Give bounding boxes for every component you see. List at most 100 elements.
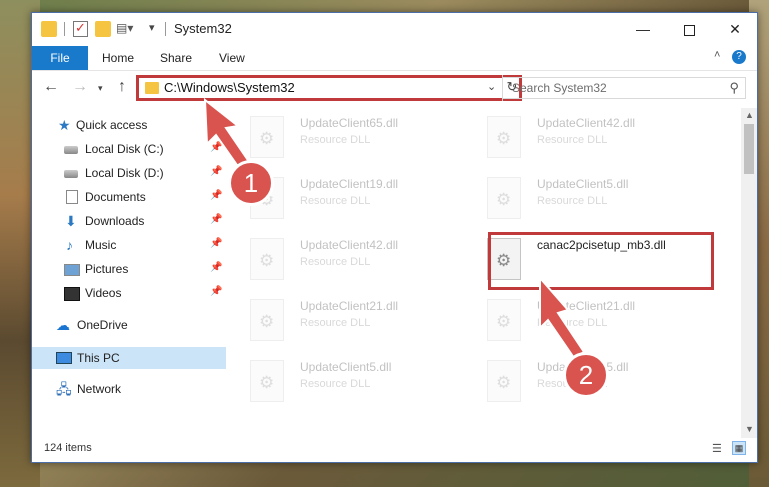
file-name: UpdateClient65.dll bbox=[300, 116, 399, 130]
callout-step-2: 2 bbox=[563, 352, 609, 398]
sidebar-item-documents[interactable]: Documents 📌 bbox=[32, 186, 226, 208]
sidebar-item-videos[interactable]: Videos 📌 bbox=[32, 282, 226, 304]
file-tile[interactable]: UpdateClient5.dll Resource DLL bbox=[469, 171, 689, 227]
file-name: UpdateClient21.dll bbox=[300, 299, 399, 313]
sidebar-item-label: Local Disk (C:) bbox=[85, 142, 164, 156]
maximize-button[interactable] bbox=[666, 13, 712, 46]
disk-icon bbox=[64, 170, 78, 178]
minimize-icon: — bbox=[636, 21, 650, 37]
file-name: UpdateClient42.dll bbox=[537, 116, 636, 130]
file-tile[interactable]: UpdateClient21.dll Resource DLL bbox=[469, 293, 689, 349]
pin-icon[interactable]: 📌 bbox=[210, 190, 222, 201]
search-icon[interactable]: ⚲ bbox=[729, 80, 739, 96]
sidebar-item-label: Network bbox=[77, 382, 122, 396]
dll-file-icon bbox=[250, 238, 284, 280]
sidebar-item-label: Music bbox=[85, 238, 117, 252]
sidebar-item-label: Local Disk (D:) bbox=[85, 166, 164, 180]
pictures-icon bbox=[64, 264, 80, 276]
file-name: UpdateClient5.dll bbox=[537, 177, 629, 191]
separator bbox=[165, 22, 166, 36]
customize-toolbar-dropdown-icon[interactable]: ▾ bbox=[149, 21, 165, 37]
separator bbox=[64, 22, 65, 36]
file-name: UpdateClient19.dll bbox=[300, 177, 399, 191]
file-tile[interactable]: UpdateClient65.dll Resource DLL bbox=[232, 110, 452, 166]
item-count: 124 items bbox=[44, 442, 92, 454]
scroll-down-icon[interactable]: ▼ bbox=[745, 424, 754, 434]
sidebar-item-label: Quick access bbox=[76, 118, 148, 132]
dll-file-icon bbox=[250, 360, 284, 402]
sidebar-item-label: Pictures bbox=[85, 262, 129, 276]
sidebar-item-downloads[interactable]: ⬇ Downloads 📌 bbox=[32, 210, 226, 232]
sidebar-item-label: This PC bbox=[77, 351, 120, 365]
folder-icon[interactable] bbox=[41, 21, 57, 37]
sidebar-item-network[interactable]: 🖧 Network bbox=[32, 378, 226, 400]
tiles-view-icon[interactable]: ▦ bbox=[732, 441, 746, 455]
forward-arrow-icon[interactable]: → bbox=[72, 78, 88, 96]
pin-icon[interactable]: 📌 bbox=[210, 238, 222, 249]
close-icon: ✕ bbox=[729, 21, 741, 37]
recent-locations-icon[interactable]: ▾ bbox=[98, 83, 103, 94]
file-tile[interactable]: UpdateClient21.dll Resource DLL bbox=[232, 293, 452, 349]
dll-file-icon bbox=[487, 299, 521, 341]
sidebar-item-quick-access[interactable]: ★ Quick access bbox=[32, 114, 226, 136]
help-icon[interactable]: ? bbox=[732, 50, 746, 64]
sidebar-item-this-pc[interactable]: This PC bbox=[32, 347, 226, 369]
file-type: Resource DLL bbox=[300, 195, 371, 207]
close-button[interactable]: ✕ bbox=[712, 13, 758, 46]
dll-file-icon bbox=[250, 299, 284, 341]
sidebar-item-local-disk-c[interactable]: Local Disk (C:) 📌 bbox=[32, 138, 226, 160]
new-folder-icon[interactable] bbox=[95, 21, 111, 37]
tab-file[interactable]: File bbox=[32, 46, 88, 70]
dll-file-icon bbox=[487, 360, 521, 402]
back-arrow-icon[interactable]: ← bbox=[43, 78, 59, 96]
details-view-icon[interactable]: ☰ bbox=[712, 442, 726, 456]
sidebar-item-pictures[interactable]: Pictures 📌 bbox=[32, 258, 226, 280]
folder-icon bbox=[145, 82, 159, 94]
title-bar: ▤▾ ▾ System32 — ✕ bbox=[32, 13, 757, 46]
search-input[interactable]: Search System32 ⚲ bbox=[502, 77, 746, 99]
network-icon: 🖧 bbox=[56, 381, 72, 397]
file-explorer-window: ▤▾ ▾ System32 — ✕ File Home Share View ˄… bbox=[31, 12, 758, 463]
file-type: Resource DLL bbox=[537, 195, 608, 207]
scroll-up-icon[interactable]: ▲ bbox=[745, 110, 754, 120]
address-dropdown-icon[interactable]: ⌄ bbox=[487, 80, 496, 93]
pin-icon[interactable]: 📌 bbox=[210, 166, 222, 177]
file-tile[interactable]: UpdateClient42.dll Resource DLL bbox=[232, 232, 452, 288]
address-path[interactable]: C:\Windows\System32 bbox=[164, 80, 295, 95]
expand-ribbon-icon[interactable]: ˄ bbox=[714, 49, 720, 61]
dll-file-icon bbox=[250, 116, 284, 158]
pin-icon[interactable]: 📌 bbox=[210, 286, 222, 297]
file-type: Resource DLL bbox=[300, 256, 371, 268]
cloud-icon: ☁ bbox=[56, 317, 70, 333]
pin-icon[interactable]: 📌 bbox=[210, 214, 222, 225]
vertical-scrollbar[interactable]: ▲ ▼ bbox=[741, 108, 757, 438]
music-icon: ♪ bbox=[66, 237, 73, 253]
pin-icon[interactable]: 📌 bbox=[210, 262, 222, 273]
quick-access-toolbar-icon[interactable]: ▤▾ bbox=[116, 21, 133, 37]
download-icon: ⬇ bbox=[65, 213, 77, 229]
star-icon: ★ bbox=[58, 117, 71, 133]
minimize-button[interactable]: — bbox=[620, 13, 666, 46]
sidebar-item-music[interactable]: ♪ Music 📌 bbox=[32, 234, 226, 256]
sidebar-item-local-disk-d[interactable]: Local Disk (D:) 📌 bbox=[32, 162, 226, 184]
file-name: UpdateClient5.dll bbox=[300, 360, 392, 374]
properties-check-icon[interactable] bbox=[73, 20, 88, 37]
sidebar-item-onedrive[interactable]: ☁ OneDrive bbox=[32, 314, 226, 336]
scrollbar-thumb[interactable] bbox=[744, 124, 754, 174]
status-bar: 124 items ☰ ▦ bbox=[32, 438, 757, 462]
file-tile[interactable]: UpdateClient5.dll Resource DLL bbox=[232, 354, 452, 410]
address-bar[interactable]: C:\Windows\System32 ⌄ ↻ bbox=[136, 75, 522, 101]
file-name: UpdateClient42.dll bbox=[300, 238, 399, 252]
pin-icon[interactable]: 📌 bbox=[210, 142, 222, 153]
dll-file-icon bbox=[487, 177, 521, 219]
navigation-pane: ★ Quick access Local Disk (C:) 📌 Local D… bbox=[32, 108, 226, 438]
sidebar-item-label: Videos bbox=[85, 286, 122, 300]
maximize-icon bbox=[683, 24, 695, 36]
tab-view[interactable]: View bbox=[219, 46, 245, 70]
ribbon-tabs: File Home Share View ˄ ? bbox=[32, 46, 757, 71]
sidebar-item-label: Documents bbox=[85, 190, 146, 204]
up-arrow-icon[interactable]: ↑ bbox=[118, 78, 126, 96]
tab-home[interactable]: Home bbox=[102, 46, 134, 70]
tab-share[interactable]: Share bbox=[160, 46, 192, 70]
file-tile[interactable]: UpdateClient42.dll Resource DLL bbox=[469, 110, 689, 166]
